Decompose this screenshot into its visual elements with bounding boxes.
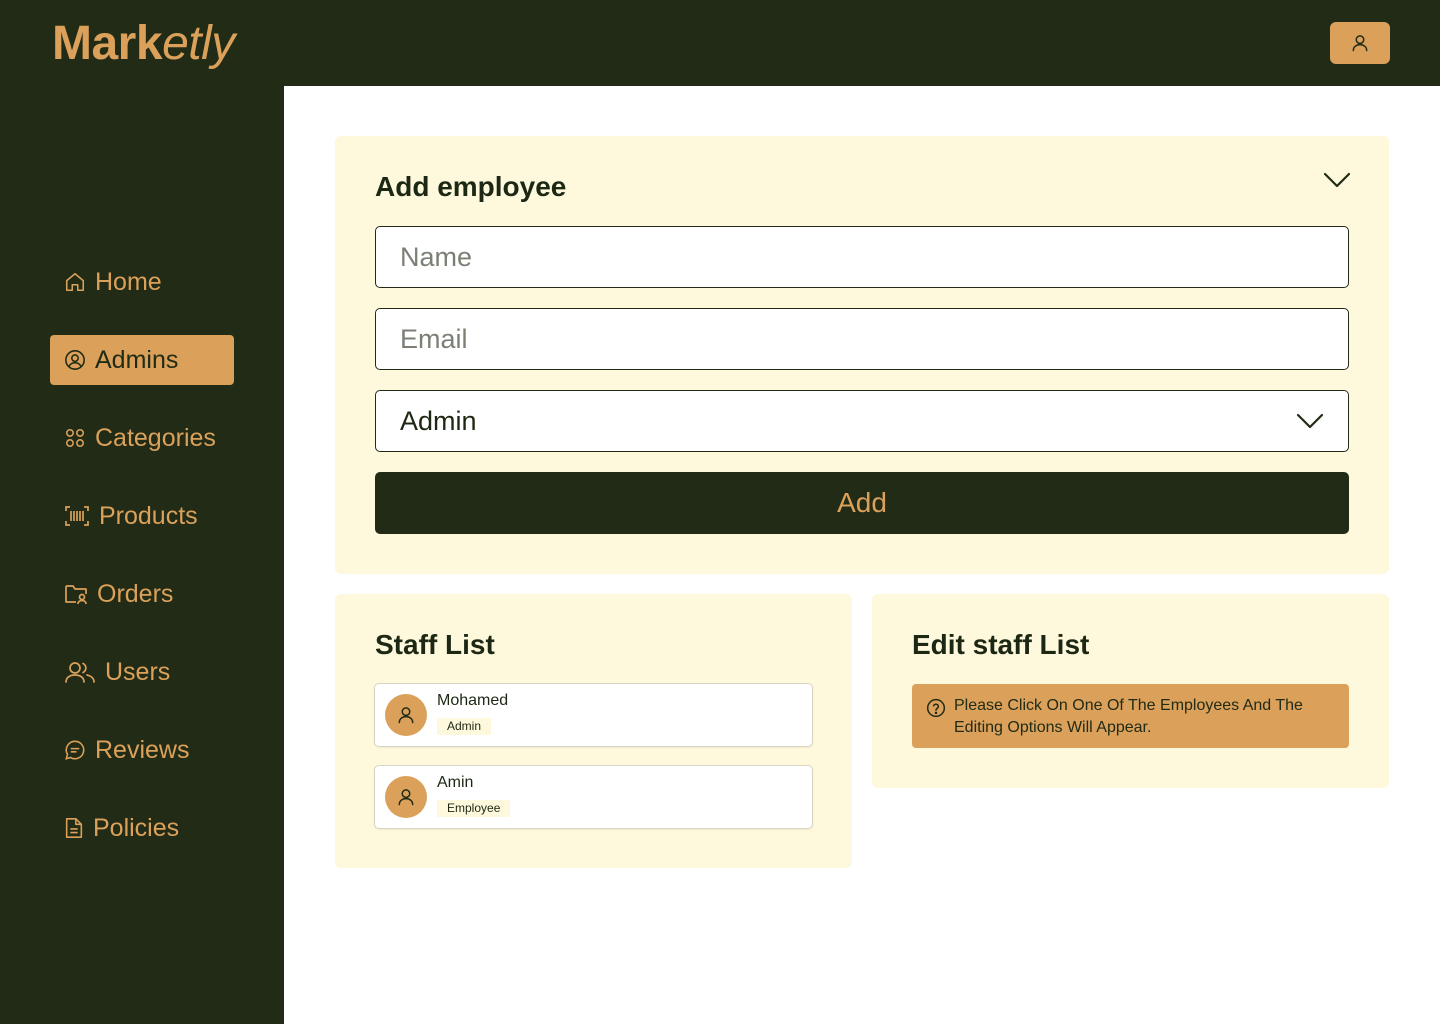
user-icon — [398, 707, 414, 724]
home-icon — [65, 272, 85, 292]
sidebar-item-label: Products — [99, 501, 198, 530]
avatar — [385, 694, 427, 736]
chat-bubble-icon — [65, 740, 85, 760]
sidebar-item-label: Admins — [95, 345, 179, 374]
sidebar-item-label: Categories — [95, 423, 216, 452]
user-icon — [1352, 35, 1368, 52]
edit-staff-title: Edit staff List — [912, 629, 1090, 660]
sidebar-item-label: Users — [105, 657, 171, 686]
staff-name: Amin — [437, 774, 474, 791]
user-icon — [398, 789, 414, 806]
notice-text: Please Click On One Of The Employees And… — [954, 697, 1303, 736]
name-input[interactable] — [375, 226, 1349, 288]
user-circle-icon — [65, 350, 85, 370]
document-icon — [65, 818, 83, 838]
sidebar-item-categories[interactable]: Categories — [50, 413, 234, 463]
chevron-down-icon — [1296, 413, 1324, 429]
role-select[interactable]: Admin — [375, 390, 1349, 452]
info-notice: Please Click On One Of The Employees And… — [912, 684, 1349, 748]
staff-list-title: Staff List — [375, 629, 495, 660]
sidebar: Home Admins Categories Products Orders U… — [0, 86, 284, 1024]
staff-list-item[interactable]: Amin Employee — [374, 765, 813, 829]
add-employee-title: Add employee — [375, 171, 567, 202]
role-badge: Admin — [437, 718, 492, 735]
role-badge: Employee — [437, 800, 511, 817]
edit-staff-card: Edit staff List Please Click On One Of T… — [872, 594, 1389, 788]
sidebar-item-label: Policies — [93, 813, 180, 842]
sidebar-item-label: Home — [95, 267, 162, 296]
profile-button[interactable] — [1330, 22, 1390, 64]
grid-circles-icon — [65, 428, 85, 448]
sidebar-item-admins[interactable]: Admins — [50, 335, 234, 385]
sidebar-item-policies[interactable]: Policies — [50, 803, 234, 853]
sidebar-item-home[interactable]: Home — [50, 257, 234, 307]
add-employee-card: Add employee Admin Add — [335, 136, 1389, 574]
sidebar-item-reviews[interactable]: Reviews — [50, 725, 234, 775]
app-logo[interactable]: Marketly — [52, 14, 235, 74]
folder-user-icon — [65, 585, 87, 605]
role-select-value: Admin — [400, 405, 477, 436]
add-button[interactable]: Add — [375, 472, 1349, 534]
email-input[interactable] — [375, 308, 1349, 370]
sidebar-item-products[interactable]: Products — [50, 491, 234, 541]
staff-list-card: Staff List Mohamed Admin Amin Employee — [335, 594, 852, 868]
sidebar-item-orders[interactable]: Orders — [50, 569, 234, 619]
staff-list-item[interactable]: Mohamed Admin — [374, 683, 813, 747]
staff-name: Mohamed — [437, 692, 509, 709]
sidebar-item-users[interactable]: Users — [50, 647, 234, 697]
main-content: Add employee Admin Add Staff List Mohame… — [284, 86, 1440, 1024]
users-icon — [65, 662, 95, 683]
chevron-down-icon[interactable] — [1323, 172, 1351, 188]
question-circle-icon — [926, 698, 946, 718]
avatar — [385, 776, 427, 818]
barcode-icon — [65, 506, 89, 526]
top-bar: Marketly — [0, 0, 1440, 86]
sidebar-item-label: Orders — [97, 579, 174, 608]
sidebar-item-label: Reviews — [95, 735, 190, 764]
